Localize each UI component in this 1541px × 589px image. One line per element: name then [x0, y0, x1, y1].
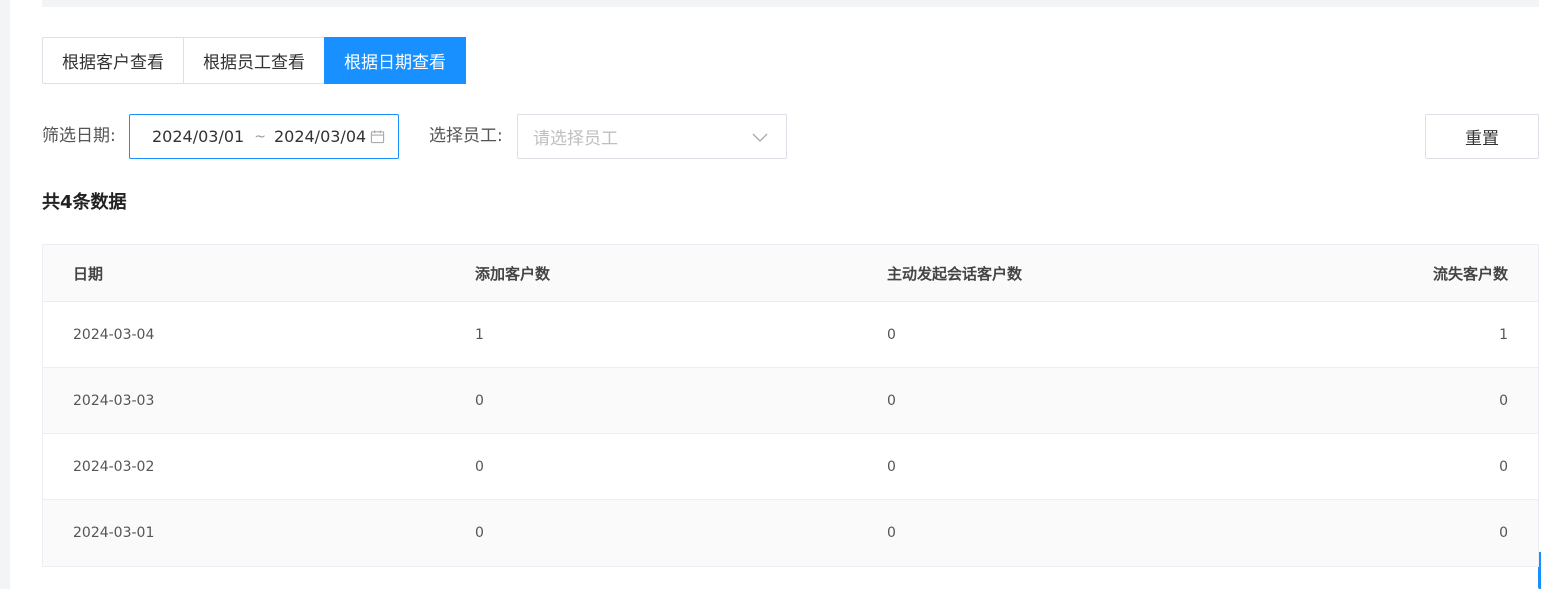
view-mode-tabs: 根据客户查看 根据员工查看 根据日期查看 [42, 37, 466, 84]
date-range-picker[interactable]: 2024/03/01 ~ 2024/03/04 [129, 114, 399, 159]
cell-initiated: 0 [887, 525, 896, 541]
cell-date: 2024-03-01 [73, 525, 155, 541]
cell-date: 2024-03-02 [73, 458, 155, 475]
table-header-row: 日期 添加客户数 主动发起会话客户数 流失客户数 [43, 245, 1538, 302]
cell-added: 0 [475, 392, 484, 409]
calendar-icon [370, 130, 385, 144]
date-filter-label: 筛选日期: [42, 126, 116, 146]
tab-by-date[interactable]: 根据日期查看 [324, 37, 466, 84]
staff-select[interactable]: 请选择员工 [517, 114, 787, 159]
tab-by-customer[interactable]: 根据客户查看 [42, 37, 184, 84]
column-header-added: 添加客户数 [475, 264, 551, 283]
cell-date: 2024-03-04 [73, 326, 155, 343]
table-row: 2024-03-04 1 0 1 [43, 302, 1538, 368]
date-end-value[interactable]: 2024/03/04 [274, 127, 366, 146]
cell-lost: 0 [1499, 458, 1508, 475]
cell-lost: 0 [1499, 392, 1508, 409]
date-start-value[interactable]: 2024/03/01 [152, 127, 244, 146]
tab-by-staff[interactable]: 根据员工查看 [183, 37, 325, 84]
column-header-date: 日期 [73, 264, 104, 283]
cell-date: 2024-03-03 [73, 392, 155, 409]
cell-initiated: 0 [887, 458, 896, 475]
table-row: 2024-03-03 0 0 0 [43, 368, 1538, 434]
column-header-lost: 流失客户数 [1432, 264, 1508, 283]
cell-added: 1 [475, 326, 484, 343]
staff-filter-label: 选择员工: [429, 126, 503, 146]
table-row: 2024-03-02 0 0 0 [43, 434, 1538, 500]
column-header-initiated: 主动发起会话客户数 [887, 264, 1023, 283]
left-gutter [0, 0, 10, 589]
reset-button[interactable]: 重置 [1425, 114, 1539, 159]
stats-table: 日期 添加客户数 主动发起会话客户数 流失客户数 2024-03-04 1 0 … [42, 244, 1539, 567]
cell-initiated: 0 [887, 326, 896, 343]
cell-lost: 0 [1499, 525, 1508, 541]
cell-initiated: 0 [887, 392, 896, 409]
cell-lost: 1 [1499, 326, 1508, 343]
cell-added: 0 [475, 458, 484, 475]
table-row: 2024-03-01 0 0 0 [43, 500, 1538, 566]
chevron-down-icon [752, 133, 768, 142]
total-count: 共4条数据 [42, 192, 127, 213]
top-band [42, 0, 1539, 7]
staff-select-placeholder: 请选择员工 [533, 129, 618, 149]
date-range-separator: ~ [254, 128, 266, 145]
cell-added: 0 [475, 525, 484, 541]
